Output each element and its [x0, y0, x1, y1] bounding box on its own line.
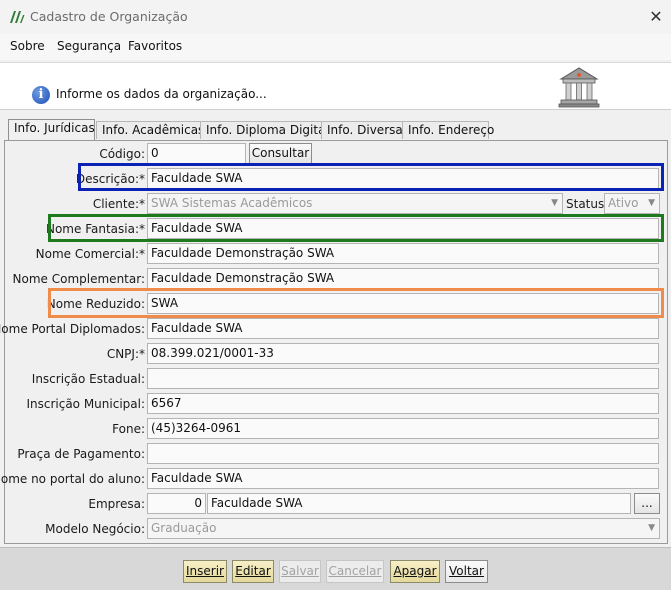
empresa-label: Empresa: [88, 497, 145, 511]
nome-portal-aluno-input[interactable]: Faculdade SWA [147, 468, 659, 489]
nome-comercial-input[interactable]: Faculdade Demonstração SWA [147, 243, 659, 264]
editar-button[interactable]: Editar [232, 560, 274, 583]
close-icon[interactable]: ✕ [645, 7, 667, 27]
nome-reduzido-label: Nome Reduzido: [46, 297, 145, 311]
cliente-value: SWA Sistemas Acadêmicos [151, 196, 313, 210]
codigo-input[interactable]: 0 [147, 143, 246, 164]
chevron-down-icon: ▼ [648, 523, 655, 533]
tab-info-diversas[interactable]: Info. Diversas [321, 121, 409, 139]
chevron-down-icon: ▼ [648, 198, 655, 208]
modelo-negocio-label: Modelo Negócio: [45, 522, 145, 536]
nome-complementar-label: Nome Complementar: [12, 272, 145, 286]
nome-fantasia-label: Nome Fantasia:* [45, 222, 145, 236]
menu-seguranca[interactable]: Segurança [57, 39, 121, 53]
fone-label: Fone: [112, 422, 145, 436]
status-label: Status: [566, 197, 609, 211]
fone-input[interactable]: (45)3264-0961 [147, 418, 659, 439]
footer-bar: Inserir Editar Salvar Cancelar Apagar Vo… [0, 547, 671, 590]
voltar-button[interactable]: Voltar [445, 560, 488, 583]
info-banner: i Informe os dados da organização... [0, 62, 671, 110]
title-bar: Cadastro de Organização ✕ [0, 0, 671, 34]
consultar-button[interactable]: Consultar [249, 143, 312, 164]
tab-info-diploma-digital[interactable]: Info. Diploma Digital [200, 121, 329, 139]
inscricao-estadual-input[interactable] [147, 368, 659, 389]
tab-info-academicas[interactable]: Info. Acadêmicas [96, 121, 204, 139]
nome-reduzido-input[interactable]: SWA [147, 293, 659, 314]
cnpj-input[interactable]: 08.399.021/0001-33 [147, 343, 659, 364]
menu-sobre[interactable]: Sobre [10, 39, 45, 53]
modelo-negocio-select[interactable]: Graduação ▼ [147, 518, 660, 539]
codigo-label: Código: [99, 147, 145, 161]
nome-portal-diplomados-input[interactable]: Faculdade SWA [147, 318, 659, 339]
inserir-button[interactable]: Inserir [183, 560, 227, 583]
praca-pagamento-label: Praça de Pagamento: [17, 447, 145, 461]
empresa-name-input[interactable]: Faculdade SWA [207, 493, 631, 514]
nome-comercial-label: Nome Comercial:* [35, 247, 145, 261]
inscricao-municipal-input[interactable]: 6567 [147, 393, 659, 414]
empresa-lookup-button[interactable]: ... [634, 493, 660, 514]
status-value: Ativo [608, 196, 639, 210]
app-logo-icon [10, 11, 25, 23]
nome-portal-aluno-label: Nome no portal do aluno: [0, 472, 145, 486]
chevron-down-icon: ▼ [551, 198, 558, 208]
praca-pagamento-input[interactable] [147, 443, 659, 464]
bank-building-icon [558, 67, 600, 108]
modelo-negocio-value: Graduação [151, 521, 217, 535]
apagar-button[interactable]: Apagar [390, 560, 440, 583]
tab-info-endereco[interactable]: Info. Endereço [402, 121, 494, 139]
menu-bar: Sobre Segurança Favoritos [0, 34, 671, 60]
window-title: Cadastro de Organização [30, 9, 188, 24]
cliente-label: Cliente:* [92, 197, 145, 211]
salvar-button[interactable]: Salvar [279, 560, 321, 583]
status-select[interactable]: Ativo ▼ [604, 193, 660, 214]
info-icon: i [32, 86, 50, 104]
cancelar-button[interactable]: Cancelar [326, 560, 384, 583]
nome-portal-diplomados-label: Nome Portal Diplomados: [0, 322, 145, 336]
descricao-label: Descrição:* [75, 172, 145, 186]
descricao-input[interactable]: Faculdade SWA [147, 168, 659, 189]
cnpj-label: CNPJ:* [106, 347, 145, 361]
nome-fantasia-input[interactable]: Faculdade SWA [147, 218, 659, 239]
inscricao-estadual-label: Inscrição Estadual: [31, 372, 145, 386]
inscricao-municipal-label: Inscrição Municipal: [26, 397, 145, 411]
tab-info-juridicas[interactable]: Info. Jurídicas [8, 119, 95, 140]
nome-complementar-input[interactable]: Faculdade Demonstração SWA [147, 268, 659, 289]
menu-favoritos[interactable]: Favoritos [128, 39, 182, 53]
empresa-code-input[interactable]: 0 [147, 493, 206, 514]
cliente-select[interactable]: SWA Sistemas Acadêmicos ▼ [147, 193, 563, 214]
banner-text: Informe os dados da organização... [56, 87, 267, 101]
